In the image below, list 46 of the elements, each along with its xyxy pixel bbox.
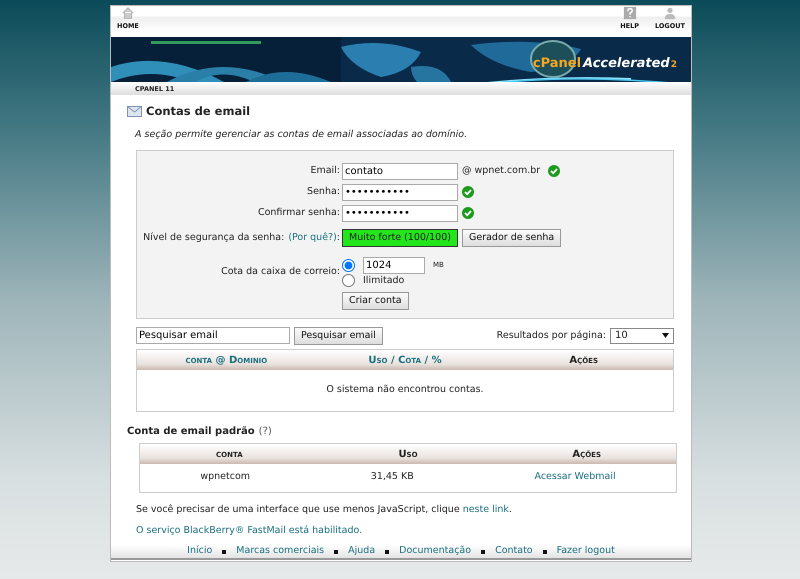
- empty-message: O sistema não encontrou contas.: [326, 384, 484, 395]
- why-link[interactable]: (Por quê?): [288, 230, 337, 246]
- per-page-dropdown[interactable]: 10: [610, 328, 674, 344]
- help-link[interactable]: (?): [258, 424, 272, 440]
- version-number: 2: [670, 60, 677, 71]
- password-field[interactable]: •••••••••••: [342, 184, 458, 200]
- column-header: Ações: [569, 354, 598, 366]
- description: A seção permite gerenciar as contas de email associadas ao domínio.: [135, 128, 468, 142]
- field-label: Email:: [309, 164, 341, 178]
- password-generator-button[interactable]: Gerador de senha: [462, 228, 562, 248]
- results-per-page-label: Resultados por página:: [496, 328, 606, 343]
- service-link[interactable]: O serviço BlackBerry® FastMail está habilitado.: [136, 524, 362, 536]
- strength-meter: Muito forte (100/100): [342, 229, 458, 247]
- section-title: Conta de email padrão: [127, 425, 255, 440]
- colon-label: :: [336, 230, 340, 245]
- confirm-password-field[interactable]: •••••••••••: [342, 204, 458, 222]
- column-header: conta: [216, 448, 243, 460]
- info-text: Se você precisar de uma interface que use menos JavaScript, clique neste link.: [136, 504, 512, 514]
- table-cell: 31,45 KB: [370, 471, 414, 482]
- quota-field[interactable]: 1024: [363, 256, 425, 274]
- search-field[interactable]: Pesquisar email: [136, 327, 290, 344]
- domain-label: @ wpnet.com.br: [462, 164, 540, 178]
- footer-link[interactable]: Ajuda: [348, 544, 376, 559]
- search-button[interactable]: Pesquisar email: [294, 326, 383, 345]
- sort-link[interactable]: conta @ Dominio: [185, 354, 268, 366]
- product-name: Accelerated: [583, 56, 670, 72]
- email-field[interactable]: contato: [342, 162, 458, 180]
- link[interactable]: neste link: [462, 504, 509, 514]
- footer-link[interactable]: Fazer logout: [556, 544, 615, 559]
- field-label: Nível de segurança da senha:: [143, 230, 284, 245]
- column-header: Uso: [398, 448, 418, 460]
- create-account-button[interactable]: Criar conta: [342, 292, 409, 310]
- field-label: Senha:: [306, 184, 341, 199]
- field-label: Confirmar senha:: [256, 206, 341, 220]
- table-cell: wpnetcom: [200, 471, 250, 482]
- sort-link[interactable]: Uso / Cota / %: [368, 354, 442, 366]
- footer-link[interactable]: Marcas comerciais: [236, 544, 324, 559]
- footer-link[interactable]: Início: [187, 544, 212, 559]
- option-label: Ilimitado: [363, 274, 404, 288]
- column-header: Ações: [572, 448, 601, 460]
- page-heading: Contas de email: [146, 103, 250, 120]
- logo-text: cPanel: [532, 56, 582, 72]
- webmail-link[interactable]: Acessar Webmail: [534, 471, 616, 482]
- footer-link[interactable]: Contato: [495, 544, 533, 559]
- footer-link[interactable]: Documentação: [399, 544, 472, 559]
- field-label: Cota da caixa de correio:: [220, 265, 341, 279]
